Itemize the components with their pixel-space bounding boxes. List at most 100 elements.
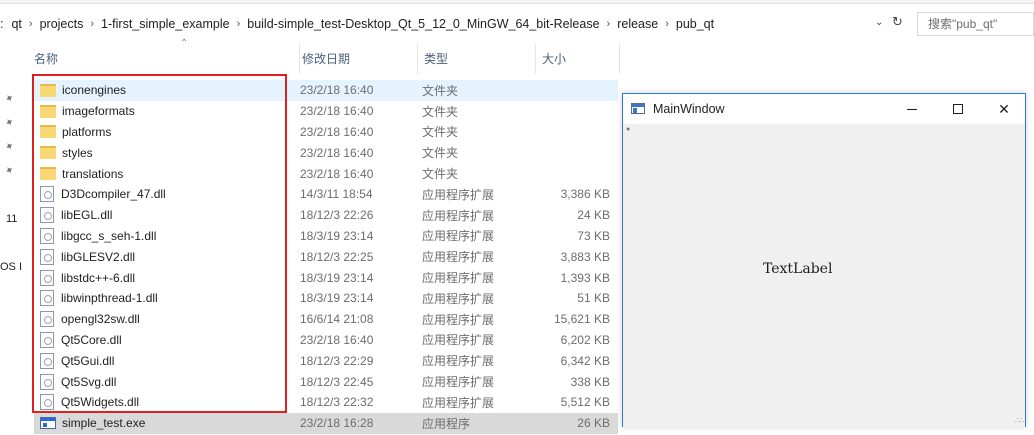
maximize-button[interactable] (935, 94, 981, 124)
file-row[interactable]: libstdc++-6.dll 18/3/19 23:14 应用程序扩展 1,393 … (34, 267, 618, 288)
file-name-cell[interactable]: D3Dcompiler_47.dll (40, 186, 166, 203)
app-window-icon[interactable] (631, 103, 645, 114)
dll-icon (40, 394, 54, 411)
file-row[interactable]: libEGL.dll 18/12/3 22:26 应用程序扩展 24 KB (34, 205, 618, 226)
file-type: 文件夹 (422, 125, 459, 140)
file-row[interactable]: imageformats 23/2/18 16:40 文件夹 (34, 101, 618, 122)
file-row[interactable]: Qt5Widgets.dll 18/12/3 22:32 应用程序扩展 5,512 K… (34, 392, 618, 413)
column-header-name[interactable]: 名称 (28, 44, 300, 74)
breadcrumb-separator-icon[interactable]: › (87, 18, 97, 30)
column-header-type[interactable]: 类型 (418, 44, 536, 74)
file-name-cell[interactable]: Qt5Gui.dll (40, 352, 114, 369)
file-type: 应用程序扩展 (422, 187, 495, 202)
file-name-cell[interactable]: iconengines (40, 83, 126, 97)
file-row[interactable]: libGLESV2.dll 18/12/3 22:25 应用程序扩展 3,883 KB (34, 246, 618, 267)
search-box[interactable] (917, 12, 1034, 36)
file-name: libGLESV2.dll (61, 249, 136, 264)
file-date: 23/2/18 16:40 (300, 104, 374, 119)
file-name-cell[interactable]: styles (40, 146, 93, 160)
dll-icon (40, 352, 54, 369)
file-name-cell[interactable]: translations (40, 167, 123, 181)
file-size: 73 KB (577, 228, 610, 243)
file-date: 18/3/19 23:14 (300, 228, 374, 243)
file-row[interactable]: libgcc_s_seh-1.dll 18/3/19 23:14 应用程序扩展 73 … (34, 226, 618, 247)
address-history-chevron-icon[interactable]: ⌄ (875, 17, 883, 28)
file-row[interactable]: simple_test.exe 23/2/18 16:28 应用程序 26 KB (34, 412, 618, 434)
file-name-cell[interactable]: platforms (40, 125, 111, 139)
breadcrumb-separator-icon[interactable]: › (662, 18, 672, 30)
nav-item-label[interactable]: 11 (6, 213, 28, 225)
window-titlebar[interactable]: MainWindow ✕ (623, 94, 1025, 124)
file-row[interactable]: opengl32sw.dll 16/6/14 21:08 应用程序扩展 15,621 … (34, 309, 618, 330)
pin-icon[interactable]: ✦ (2, 91, 17, 106)
main-window[interactable]: MainWindow ✕ ● TextLabel ∴∴ (622, 93, 1026, 427)
pin-icon[interactable]: ✦ (2, 163, 17, 178)
breadcrumb-item[interactable]: build-simple_test-Desktop_Qt_5_12_0_MinG… (243, 17, 603, 31)
nav-item-label[interactable]: OS I (0, 261, 22, 273)
breadcrumb-separator-icon[interactable]: › (604, 18, 614, 30)
file-name-cell[interactable]: imageformats (40, 104, 135, 118)
file-row[interactable]: platforms 23/2/18 16:40 文件夹 (34, 122, 618, 143)
central-widget: TextLabel ∴∴ (623, 135, 1025, 427)
navigation-pane: ✦ ✦ ✦ ✦ 11 OS I (0, 40, 22, 435)
file-row[interactable]: translations 23/2/18 16:40 文件夹 (34, 163, 618, 184)
breadcrumb-item[interactable]: 1-first_simple_example (97, 17, 234, 31)
breadcrumb-item[interactable]: projects (36, 17, 88, 31)
pin-icon[interactable]: ✦ (2, 115, 17, 130)
file-row[interactable]: Qt5Core.dll 23/2/18 16:40 应用程序扩展 6,202 KB (34, 330, 618, 351)
file-type: 文件夹 (422, 167, 459, 182)
file-row[interactable]: Qt5Gui.dll 18/12/3 22:29 应用程序扩展 6,342 KB (34, 350, 618, 371)
file-type: 应用程序扩展 (422, 395, 495, 410)
file-date: 18/12/3 22:45 (300, 374, 374, 389)
breadcrumb-item[interactable]: pub_qt (672, 17, 718, 31)
file-list: iconengines 23/2/18 16:40 文件夹 imageformats 2… (34, 80, 618, 434)
file-name-cell[interactable]: Qt5Widgets.dll (40, 394, 139, 411)
breadcrumb-separator-icon[interactable]: › (234, 18, 244, 30)
address-bar[interactable]: : qt › projects › 1-first_simple_example › buil… (0, 9, 1034, 39)
breadcrumb-item[interactable]: release (613, 17, 662, 31)
file-name-cell[interactable]: libstdc++-6.dll (40, 269, 135, 286)
dll-icon (40, 248, 54, 265)
column-header-date[interactable]: 修改日期 (296, 44, 418, 74)
file-name-cell[interactable]: simple_test.exe (40, 416, 145, 430)
pin-icon[interactable]: ✦ (2, 139, 17, 154)
exe-icon (40, 417, 56, 430)
menu-handle-icon: ● (626, 126, 631, 133)
file-row[interactable]: styles 23/2/18 16:40 文件夹 (34, 142, 618, 163)
close-button[interactable]: ✕ (981, 94, 1027, 124)
menu-bar[interactable]: ● (623, 124, 1025, 135)
folder-icon (40, 83, 56, 97)
file-name: libEGL.dll (61, 208, 113, 223)
file-name-cell[interactable]: Qt5Core.dll (40, 331, 122, 348)
file-date: 23/2/18 16:40 (300, 145, 374, 160)
file-row[interactable]: iconengines 23/2/18 16:40 文件夹 (34, 80, 618, 101)
file-name-cell[interactable]: libwinpthread-1.dll (40, 290, 158, 307)
dll-icon (40, 290, 54, 307)
file-size: 5,512 KB (560, 395, 610, 410)
file-row[interactable]: Qt5Svg.dll 18/12/3 22:45 应用程序扩展 338 KB (34, 371, 618, 392)
column-header-size[interactable]: 大小 (536, 44, 620, 74)
minimize-button[interactable] (889, 94, 935, 124)
file-name-cell[interactable]: libGLESV2.dll (40, 248, 136, 265)
file-date: 18/3/19 23:14 (300, 291, 374, 306)
breadcrumb-item[interactable]: qt (7, 17, 25, 31)
file-row[interactable]: libwinpthread-1.dll 18/3/19 23:14 应用程序扩展 51… (34, 288, 618, 309)
file-name: styles (62, 145, 93, 160)
file-name: opengl32sw.dll (61, 312, 140, 327)
file-name-cell[interactable]: Qt5Svg.dll (40, 373, 116, 390)
file-row[interactable]: D3Dcompiler_47.dll 14/3/11 18:54 应用程序扩展 3,3… (34, 184, 618, 205)
file-name: libwinpthread-1.dll (61, 291, 158, 306)
file-size: 338 KB (570, 374, 610, 389)
file-name-cell[interactable]: libgcc_s_seh-1.dll (40, 227, 156, 244)
folder-icon (40, 167, 56, 181)
file-type: 应用程序扩展 (422, 375, 495, 390)
file-name-cell[interactable]: libEGL.dll (40, 207, 113, 224)
refresh-icon[interactable]: ↻ (892, 14, 903, 30)
search-input[interactable] (918, 13, 1033, 35)
breadcrumb-separator-icon[interactable]: › (26, 18, 36, 30)
column-header-label: 大小 (542, 52, 567, 66)
file-date: 23/2/18 16:28 (300, 416, 374, 431)
dll-icon (40, 207, 54, 224)
file-name-cell[interactable]: opengl32sw.dll (40, 311, 140, 328)
size-grip-icon[interactable]: ∴∴ (1015, 416, 1024, 425)
